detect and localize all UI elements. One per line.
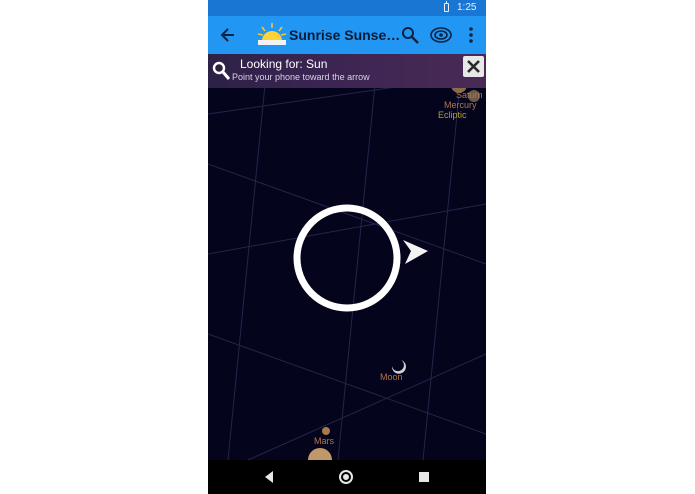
nav-recents-icon[interactable] <box>415 468 433 486</box>
nav-home-icon[interactable] <box>337 468 355 486</box>
search-icon[interactable] <box>400 25 420 45</box>
sunrise-logo-icon <box>257 23 287 45</box>
app-title: Sunrise Sunset Lite <box>289 27 401 43</box>
more-vert-icon[interactable] <box>464 25 478 45</box>
direction-arrow-icon <box>403 240 428 264</box>
nav-back-icon[interactable] <box>260 468 278 486</box>
mercury-label: Mercury <box>444 100 477 110</box>
saturn-label: Saturn <box>456 90 483 100</box>
battery-icon <box>444 1 449 12</box>
target-icon[interactable] <box>429 23 453 47</box>
status-bar: 1:25 <box>208 0 486 16</box>
app-bar: Sunrise Sunset Lite <box>208 16 486 54</box>
ecliptic-label: Ecliptic <box>438 110 467 120</box>
moon-label: Moon <box>380 372 403 382</box>
close-icon <box>467 60 480 73</box>
search-banner: Looking for: Sun Point your phone toward… <box>208 54 486 88</box>
status-time: 1:25 <box>457 2 477 13</box>
search-icon[interactable] <box>211 60 231 82</box>
mars-label: Mars <box>314 436 334 446</box>
phone-screen: 1:25 Sunrise Sunset Lite <box>208 0 486 494</box>
sky-view[interactable]: Looking for: Sun Point your phone toward… <box>208 54 486 460</box>
navigation-bar <box>208 460 486 494</box>
target-circle <box>293 204 401 312</box>
search-heading: Looking for: Sun <box>240 57 328 71</box>
arrow-back-icon[interactable] <box>218 25 238 45</box>
search-instruction: Point your phone toward the arrow <box>232 72 370 82</box>
close-button[interactable] <box>463 56 484 77</box>
